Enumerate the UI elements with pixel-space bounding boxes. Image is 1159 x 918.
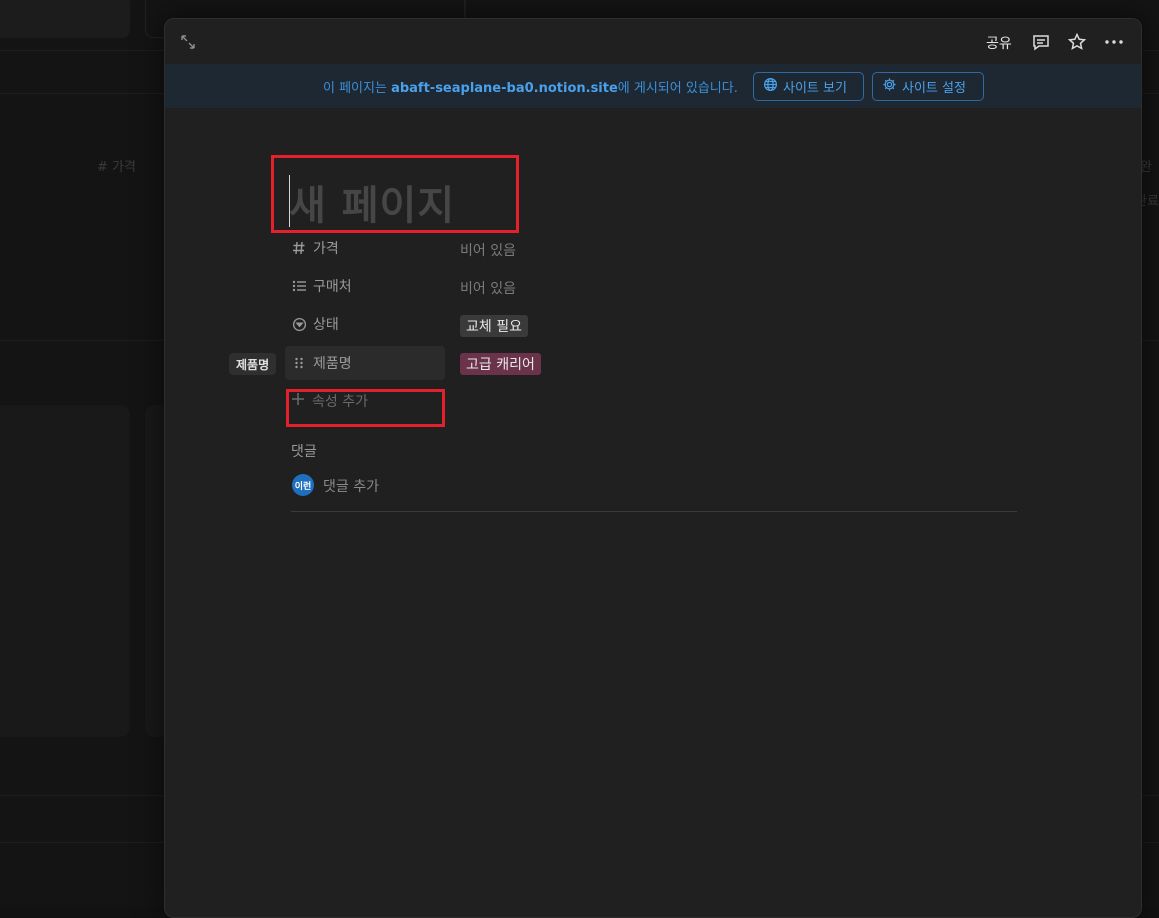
background-panel <box>0 405 130 737</box>
property-row-status[interactable]: 상태 <box>285 307 445 341</box>
view-site-button[interactable]: 사이트 보기 <box>753 72 864 101</box>
add-comment-input[interactable]: 댓글 추가 <box>323 476 379 496</box>
banner-site-domain[interactable]: abaft-seaplane-ba0.notion.site <box>391 81 618 96</box>
banner-text-prefix: 이 페이지는 <box>323 81 391 96</box>
published-site-banner: 이 페이지는 abaft-seaplane-ba0.notion.site에 게… <box>165 64 1141 108</box>
property-row-store[interactable]: 구매처 <box>285 269 445 303</box>
divider <box>291 511 1017 512</box>
expand-diagonal-icon[interactable] <box>179 33 197 51</box>
site-settings-button[interactable]: 사이트 설정 <box>872 72 984 101</box>
property-row-price[interactable]: 가격 <box>285 231 445 265</box>
property-value-price[interactable]: 비어 있음 <box>460 240 516 260</box>
property-tooltip: 제품명 <box>229 353 276 375</box>
property-name: 상태 <box>313 314 339 334</box>
avatar: 이런 <box>292 474 314 496</box>
modal-topbar: 공유 <box>165 19 1141 65</box>
highlight-box-add-property <box>286 389 445 427</box>
drag-handle-icon[interactable] <box>291 355 307 371</box>
banner-text: 이 페이지는 abaft-seaplane-ba0.notion.site에 게… <box>323 77 738 96</box>
status-icon <box>291 316 307 332</box>
property-name: 제품명 <box>313 353 352 373</box>
comment-icon[interactable] <box>1031 32 1051 52</box>
comments-heading: 댓글 <box>291 441 317 461</box>
highlight-box-title <box>271 155 519 233</box>
page-peek-modal: 공유 이 페이지는 abaft-seaplane-ba0.notion.site… <box>164 18 1142 918</box>
globe-icon <box>763 77 778 96</box>
star-icon[interactable] <box>1067 32 1087 52</box>
list-icon <box>291 278 307 294</box>
view-site-label: 사이트 보기 <box>783 77 847 96</box>
property-name: 구매처 <box>313 276 352 296</box>
product-name-tag[interactable]: 고급 캐리어 <box>460 353 541 375</box>
property-row-product-name[interactable]: 제품명 <box>285 346 445 380</box>
property-value-store[interactable]: 비어 있음 <box>460 278 516 298</box>
background-divider <box>465 0 466 18</box>
hash-icon <box>291 240 307 256</box>
gear-icon <box>882 77 897 96</box>
background-column-label: # 가격 <box>97 156 136 175</box>
background-card <box>0 0 130 38</box>
share-button[interactable]: 공유 <box>986 33 1012 53</box>
site-settings-label: 사이트 설정 <box>902 77 966 96</box>
property-name: 가격 <box>313 238 339 258</box>
more-horizontal-icon[interactable] <box>1103 32 1125 52</box>
banner-text-suffix: 에 게시되어 있습니다. <box>618 81 738 96</box>
status-tag[interactable]: 교체 필요 <box>460 315 528 337</box>
